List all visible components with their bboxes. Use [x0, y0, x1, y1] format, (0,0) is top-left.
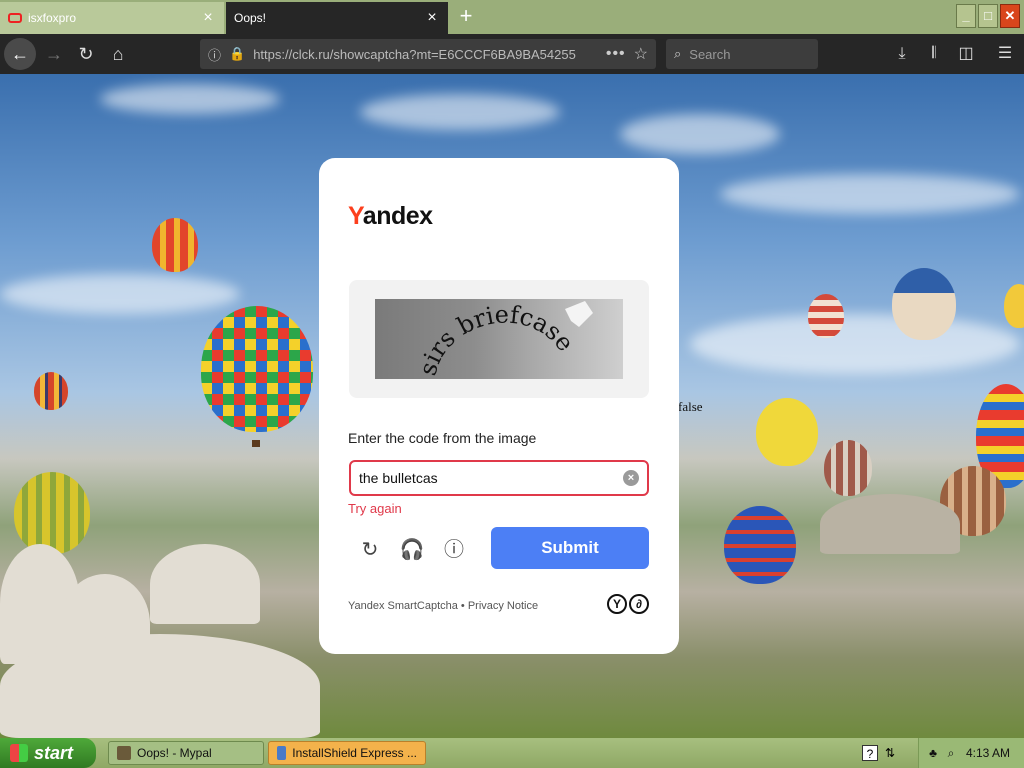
- hot-air-balloon: [724, 506, 796, 584]
- hot-air-balloon: [824, 440, 872, 496]
- audio-captcha-icon[interactable]: 🎧: [399, 537, 425, 563]
- forward-button[interactable]: →: [38, 38, 70, 70]
- reload-button[interactable]: ↻: [70, 38, 102, 70]
- address-bar[interactable]: ⓘ 🔒 https://clck.ru/showcaptcha?mt=E6CCC…: [200, 39, 656, 69]
- hot-air-balloon: [808, 294, 844, 338]
- minimize-window-button[interactable]: _: [956, 4, 976, 28]
- clear-input-icon[interactable]: ×: [623, 470, 639, 486]
- yandex-marks: Y ∂: [607, 594, 649, 614]
- browser-tab-bar: isxfoxpro × Oops! × + _ □ ✕: [0, 0, 1024, 34]
- hot-air-balloon: [152, 218, 198, 272]
- clock: 4:13 AM: [965, 746, 1010, 760]
- tab-title: Oops!: [234, 11, 267, 25]
- error-message: Try again: [348, 501, 402, 516]
- home-button[interactable]: ⌂: [102, 38, 134, 70]
- captcha-distorted-text: sirs briefcase: [414, 300, 580, 378]
- tab-title: isxfoxpro: [28, 11, 77, 25]
- close-window-button[interactable]: ✕: [1000, 4, 1020, 28]
- installshield-icon: [277, 746, 287, 760]
- submit-button[interactable]: Submit: [491, 527, 649, 569]
- captcha-image: sirs briefcase: [375, 299, 623, 379]
- yandex-logo: Yandex: [348, 202, 433, 230]
- new-tab-button[interactable]: +: [452, 4, 480, 30]
- cloud: [690, 314, 1020, 374]
- windows-flag-icon: [10, 744, 28, 762]
- navigation-toolbar: ← → ↻ ⌂ ⓘ 🔒 https://clck.ru/showcaptcha?…: [0, 34, 1024, 74]
- hot-air-balloon: [14, 472, 90, 554]
- info-icon[interactable]: ⓘ: [208, 45, 221, 64]
- taskbar-item-installshield[interactable]: InstallShield Express ...: [268, 741, 426, 765]
- tab-isxfoxpro[interactable]: isxfoxpro ×: [0, 2, 224, 34]
- stray-text: false: [678, 399, 703, 414]
- mypal-icon: [117, 746, 131, 760]
- search-bar[interactable]: ⌕ Search: [666, 39, 818, 69]
- tray-search-icon[interactable]: ⌕: [943, 745, 959, 761]
- rock-formation: [820, 494, 960, 554]
- cloud: [620, 114, 780, 154]
- hot-air-balloon: [201, 306, 313, 432]
- yandex-y-icon: Y: [607, 594, 627, 614]
- tray-app-icon[interactable]: ♣: [925, 745, 941, 761]
- cloud: [100, 84, 280, 114]
- page-actions-icon[interactable]: •••: [606, 45, 626, 63]
- network-icon[interactable]: ⇅: [882, 745, 898, 761]
- tab-oops[interactable]: Oops! ×: [226, 2, 448, 34]
- captcha-answer-field[interactable]: ×: [349, 460, 649, 496]
- cloud: [720, 174, 1020, 214]
- balloon-basket: [252, 440, 260, 447]
- maximize-window-button[interactable]: □: [978, 4, 998, 28]
- help-icon[interactable]: ?: [862, 745, 878, 761]
- sidebar-icon[interactable]: ◫: [954, 42, 978, 66]
- bookmark-star-icon[interactable]: ☆: [634, 44, 648, 64]
- search-icon: ⌕: [674, 46, 682, 61]
- back-button[interactable]: ←: [4, 38, 36, 70]
- hot-air-balloon: [34, 372, 68, 410]
- close-tab-icon[interactable]: ×: [424, 10, 440, 26]
- hot-air-balloon: [756, 398, 818, 466]
- rock-formation: [0, 634, 320, 738]
- captcha-answer-input[interactable]: [359, 470, 623, 486]
- rock-formation: [150, 544, 260, 624]
- hot-air-balloon: [1004, 284, 1024, 328]
- captcha-prompt: Enter the code from the image: [348, 430, 537, 446]
- info-icon[interactable]: ⓘ: [441, 537, 467, 563]
- captcha-card: Yandex sirs briefcase Enter the code fro…: [319, 158, 679, 654]
- menu-icon[interactable]: ☰: [993, 42, 1017, 66]
- taskbar: start Oops! - Mypal InstallShield Expres…: [0, 738, 1024, 768]
- close-tab-icon[interactable]: ×: [200, 10, 216, 26]
- captcha-footer[interactable]: Yandex SmartCaptcha • Privacy Notice: [348, 600, 538, 612]
- taskbar-item-mypal[interactable]: Oops! - Mypal: [108, 741, 264, 765]
- start-button[interactable]: start: [0, 738, 96, 768]
- svg-text:sirs briefcase: sirs briefcase: [414, 300, 580, 378]
- yandex-leaf-icon: ∂: [629, 594, 649, 614]
- system-tray: ♣ ⌕ 4:13 AM: [918, 738, 1024, 768]
- site-favicon-icon: [8, 13, 22, 23]
- library-icon[interactable]: 𝄃: [922, 42, 946, 66]
- lock-icon[interactable]: 🔒: [229, 46, 245, 62]
- cloud: [0, 274, 240, 314]
- search-placeholder: Search: [689, 46, 731, 62]
- url-text[interactable]: https://clck.ru/showcaptcha?mt=E6CCCF6BA…: [253, 47, 598, 62]
- captcha-image-frame: sirs briefcase: [349, 280, 649, 398]
- cloud: [360, 94, 560, 130]
- hot-air-balloon: [892, 268, 956, 340]
- refresh-captcha-icon[interactable]: ↻: [357, 537, 383, 563]
- downloads-icon[interactable]: ⤓: [890, 42, 914, 66]
